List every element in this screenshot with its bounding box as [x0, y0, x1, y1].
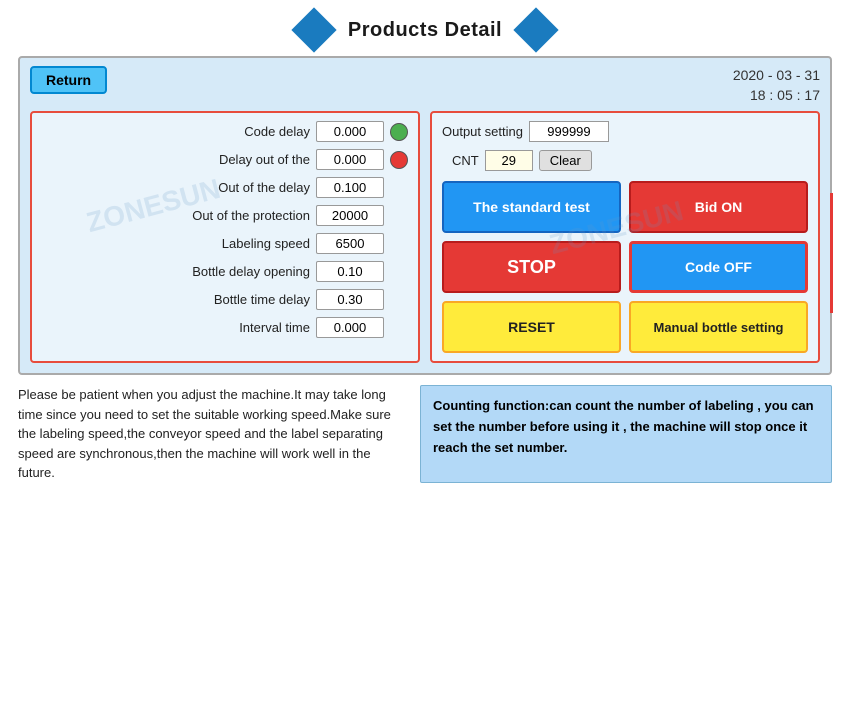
bottom-left-text: Please be patient when you adjust the ma…	[18, 385, 410, 483]
field-indicator	[390, 123, 408, 141]
field-row: Bottle delay opening	[42, 261, 408, 282]
field-row: Bottle time delay	[42, 289, 408, 310]
left-fields: Code delay Delay out of the Out of the del…	[42, 121, 408, 338]
field-row: Out of the delay	[42, 177, 408, 198]
field-value-input[interactable]	[316, 149, 384, 170]
cnt-label: CNT	[452, 153, 479, 168]
field-label: Interval time	[42, 320, 310, 335]
field-label: Delay out of the	[42, 152, 310, 167]
page-header: Products Detail	[0, 0, 850, 56]
reset-button[interactable]: RESET	[442, 301, 621, 353]
manual-bottle-button[interactable]: Manual bottle setting	[629, 301, 808, 353]
left-diamond-icon	[291, 7, 336, 52]
datetime-display: 2020 - 03 - 31 18 : 05 : 17	[733, 66, 820, 105]
cnt-row: CNT Clear	[442, 150, 808, 171]
bid-on-button[interactable]: Bid ON	[629, 181, 808, 233]
field-row: Interval time	[42, 317, 408, 338]
right-panel: Output setting CNT Clear ZONESUN The sta…	[430, 111, 820, 363]
time-display: 18 : 05 : 17	[733, 86, 820, 106]
cnt-value-input[interactable]	[485, 150, 533, 171]
code-off-container: Code OFF	[629, 241, 808, 293]
red-indicator-line	[830, 193, 833, 313]
top-bar: Return 2020 - 03 - 31 18 : 05 : 17	[30, 66, 820, 105]
field-value-input[interactable]	[316, 205, 384, 226]
field-label: Out of the delay	[42, 180, 310, 195]
field-label: Out of the protection	[42, 208, 310, 223]
field-value-input[interactable]	[316, 177, 384, 198]
field-row: Out of the protection	[42, 205, 408, 226]
left-panel: Code delay Delay out of the Out of the del…	[30, 111, 420, 363]
field-value-input[interactable]	[316, 289, 384, 310]
output-label: Output setting	[442, 124, 523, 139]
field-label: Code delay	[42, 124, 310, 139]
return-button[interactable]: Return	[30, 66, 107, 94]
field-value-input[interactable]	[316, 121, 384, 142]
field-indicator	[390, 151, 408, 169]
standard-test-button[interactable]: The standard test	[442, 181, 621, 233]
field-value-input[interactable]	[316, 233, 384, 254]
clear-button[interactable]: Clear	[539, 150, 592, 171]
stop-button[interactable]: STOP	[442, 241, 621, 293]
main-panel: Return 2020 - 03 - 31 18 : 05 : 17 Code …	[18, 56, 832, 375]
output-setting-row: Output setting	[442, 121, 808, 142]
code-off-button[interactable]: Code OFF	[629, 241, 808, 293]
field-value-input[interactable]	[316, 261, 384, 282]
field-label: Labeling speed	[42, 236, 310, 251]
field-row: Labeling speed	[42, 233, 408, 254]
field-label: Bottle delay opening	[42, 264, 310, 279]
right-diamond-icon	[513, 7, 558, 52]
field-row: Code delay	[42, 121, 408, 142]
panels-container: Code delay Delay out of the Out of the del…	[30, 111, 820, 363]
field-row: Delay out of the	[42, 149, 408, 170]
date-display: 2020 - 03 - 31	[733, 66, 820, 86]
page-title: Products Detail	[348, 19, 502, 42]
output-value-input[interactable]	[529, 121, 609, 142]
field-label: Bottle time delay	[42, 292, 310, 307]
bottom-right-text: Counting function:can count the number o…	[420, 385, 832, 483]
button-grid: The standard test Bid ON STOP Code OFF R…	[442, 181, 808, 353]
bottom-section: Please be patient when you adjust the ma…	[18, 385, 832, 483]
field-value-input[interactable]	[316, 317, 384, 338]
